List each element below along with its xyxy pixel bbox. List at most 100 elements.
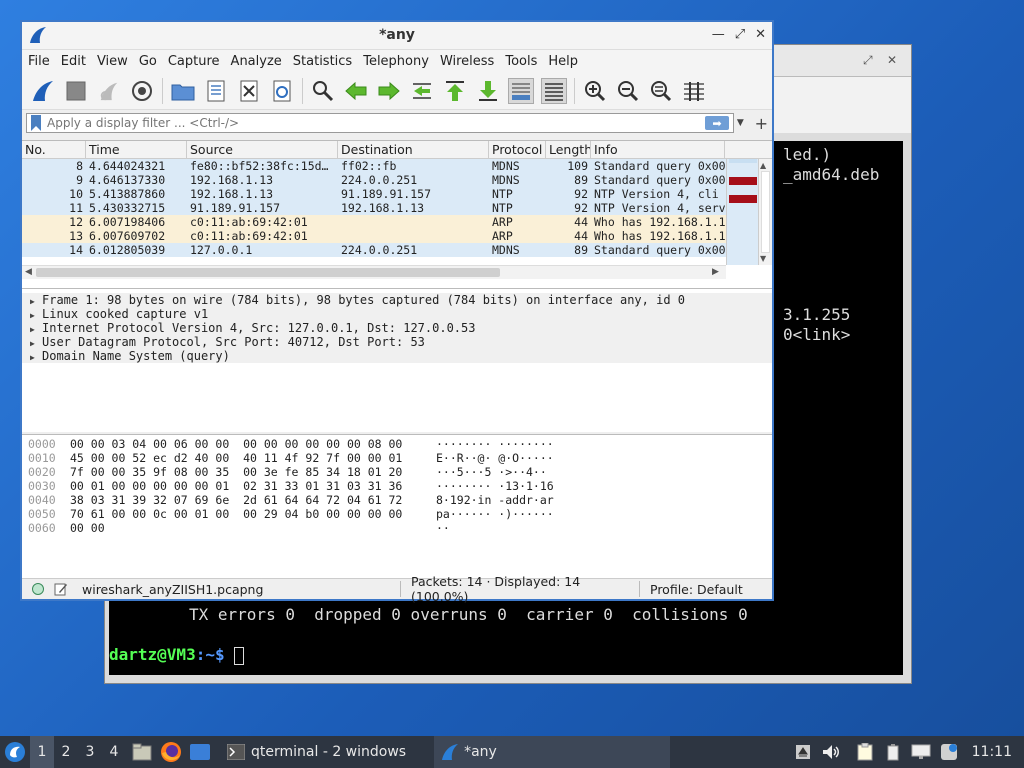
profile-status[interactable]: Profile: Default bbox=[640, 582, 743, 597]
menu-edit[interactable]: Edit bbox=[61, 54, 86, 69]
firefox-icon[interactable] bbox=[158, 739, 184, 765]
first-packet-icon[interactable] bbox=[442, 78, 468, 104]
packet-bytes-pane[interactable]: 0000 00 00 03 04 00 06 00 00 00 00 00 00 … bbox=[22, 434, 772, 578]
column-time[interactable]: Time bbox=[86, 141, 187, 158]
column-protocol[interactable]: Protocol bbox=[489, 141, 546, 158]
detail-tree-item[interactable]: ▶ Frame 1: 98 bytes on wire (784 bits), 9… bbox=[22, 293, 772, 307]
reload-file-icon[interactable] bbox=[269, 78, 295, 104]
workspace-1[interactable]: 1 bbox=[30, 736, 54, 768]
detail-tree-item[interactable]: ▶ Domain Name System (query) bbox=[22, 349, 772, 363]
menu-help[interactable]: Help bbox=[548, 54, 578, 69]
task-qterminal[interactable]: qterminal - 2 windows bbox=[221, 736, 412, 768]
network-icon[interactable] bbox=[908, 739, 934, 765]
column-no[interactable]: No. bbox=[22, 141, 86, 158]
expand-chevron-right-icon[interactable]: ▶ bbox=[30, 351, 42, 365]
colorize-packet-list-icon[interactable] bbox=[541, 77, 567, 104]
restart-capture-icon[interactable] bbox=[96, 78, 122, 104]
last-packet-icon[interactable] bbox=[475, 78, 501, 104]
menu-view[interactable]: View bbox=[97, 54, 128, 69]
workspace-2[interactable]: 2 bbox=[54, 736, 78, 768]
filter-bookmark-icon[interactable] bbox=[29, 114, 43, 132]
go-forward-arrow-icon[interactable] bbox=[376, 78, 402, 104]
display-filter-input[interactable] bbox=[47, 116, 705, 130]
add-filter-button-plus-icon[interactable]: + bbox=[755, 114, 768, 133]
show-desktop-icon[interactable] bbox=[187, 739, 213, 765]
scroll-thumb[interactable] bbox=[36, 268, 500, 277]
hex-dump-row[interactable]: 0000 00 00 03 04 00 06 00 00 00 00 00 00 … bbox=[22, 437, 772, 451]
maximize-icon[interactable]: ⤢ bbox=[863, 53, 873, 68]
packet-list[interactable]: No. Time Source Destination Protocol Len… bbox=[22, 140, 772, 288]
minimize-icon[interactable]: — bbox=[712, 27, 725, 42]
display-filter-field[interactable]: ➡ bbox=[26, 113, 734, 133]
start-capture-fin-icon[interactable] bbox=[30, 78, 56, 104]
detail-tree-item[interactable]: ▶ Linux cooked capture v1 bbox=[22, 307, 772, 321]
scroll-left-icon[interactable]: ◀ bbox=[25, 267, 32, 277]
file-manager-icon[interactable] bbox=[129, 739, 155, 765]
column-destination[interactable]: Destination bbox=[338, 141, 489, 158]
hex-dump-row[interactable]: 0050 70 61 00 00 0c 00 01 00 00 29 04 b0 … bbox=[22, 507, 772, 521]
scroll-up-icon[interactable]: ▲ bbox=[760, 161, 766, 170]
autoscroll-icon[interactable] bbox=[508, 77, 534, 104]
menu-capture[interactable]: Capture bbox=[168, 54, 220, 69]
open-file-folder-icon[interactable] bbox=[170, 78, 196, 104]
battery-icon[interactable] bbox=[880, 739, 906, 765]
packet-row[interactable]: 14 6.012805039 127.0.0.1 224.0.0.251 MDNS 89 S… bbox=[22, 243, 772, 257]
capture-options-gear-icon[interactable] bbox=[129, 78, 155, 104]
packet-list-horizontal-scrollbar[interactable]: ◀ ▶ bbox=[22, 265, 726, 279]
volume-icon[interactable] bbox=[818, 739, 844, 765]
packet-details-pane[interactable]: ▶ Frame 1: 98 bytes on wire (784 bits), 9… bbox=[22, 288, 772, 432]
wireshark-window[interactable]: *any — ⤢ ✕ File Edit View Go Capture Ana… bbox=[20, 20, 774, 604]
menu-telephony[interactable]: Telephony bbox=[363, 54, 429, 69]
find-packet-search-icon[interactable] bbox=[310, 78, 336, 104]
scroll-thumb[interactable] bbox=[761, 171, 770, 253]
close-icon[interactable]: ✕ bbox=[887, 53, 897, 67]
zoom-out-icon[interactable] bbox=[615, 78, 641, 104]
workspace-4[interactable]: 4 bbox=[102, 736, 126, 768]
filter-history-chevron-down-icon[interactable]: ▼ bbox=[734, 118, 747, 128]
resize-columns-icon[interactable] bbox=[681, 78, 707, 104]
menu-tools[interactable]: Tools bbox=[505, 54, 537, 69]
start-menu-icon[interactable] bbox=[0, 737, 30, 767]
zoom-in-icon[interactable] bbox=[582, 78, 608, 104]
hex-dump-row[interactable]: 0020 7f 00 00 35 9f 08 00 35 00 3e fe 85 … bbox=[22, 465, 772, 479]
packet-row[interactable]: 12 6.007198406 c0:11:ab:69:42:01 ARP 44 Who h… bbox=[22, 215, 772, 229]
maximize-icon[interactable]: ⤢ bbox=[735, 27, 745, 42]
close-icon[interactable]: ✕ bbox=[755, 27, 766, 42]
normal-size-icon[interactable] bbox=[648, 78, 674, 104]
detail-tree-item[interactable]: ▶ User Datagram Protocol, Src Port: 40712… bbox=[22, 335, 772, 349]
packet-row[interactable]: 13 6.007609702 c0:11:ab:69:42:01 ARP 44 Who h… bbox=[22, 229, 772, 243]
expert-info-status-icon[interactable] bbox=[32, 583, 44, 595]
column-info[interactable]: Info bbox=[591, 141, 725, 158]
eject-icon[interactable] bbox=[790, 739, 816, 765]
hex-dump-row[interactable]: 0040 38 03 31 39 32 07 69 6e 2d 61 64 64 … bbox=[22, 493, 772, 507]
hex-dump-row[interactable]: 0060 00 00 ·· bbox=[22, 521, 772, 535]
packet-row[interactable]: 10 5.413887860 192.168.1.13 91.189.91.157 NT… bbox=[22, 187, 772, 201]
update-notifier-icon[interactable] bbox=[936, 739, 962, 765]
menu-analyze[interactable]: Analyze bbox=[231, 54, 282, 69]
hex-dump-row[interactable]: 0010 45 00 00 52 ec d2 40 00 40 11 4f 92 … bbox=[22, 451, 772, 465]
scroll-down-icon[interactable]: ▼ bbox=[760, 254, 766, 263]
stop-capture-icon[interactable] bbox=[63, 78, 89, 104]
apply-filter-arrow-icon[interactable]: ➡ bbox=[705, 116, 729, 130]
wireshark-titlebar[interactable]: *any — ⤢ ✕ bbox=[22, 22, 772, 50]
hex-dump-row[interactable]: 0030 00 01 00 00 00 00 00 01 02 31 33 01 … bbox=[22, 479, 772, 493]
menu-statistics[interactable]: Statistics bbox=[293, 54, 352, 69]
packet-list-vertical-scrollbar[interactable]: ▲ ▼ bbox=[758, 159, 772, 265]
capture-comment-edit-icon[interactable] bbox=[54, 582, 68, 596]
packet-minimap[interactable] bbox=[726, 159, 758, 265]
close-file-icon[interactable] bbox=[236, 78, 262, 104]
packet-row[interactable]: 11 5.430332715 91.189.91.157 192.168.1.13 NT… bbox=[22, 201, 772, 215]
packet-row[interactable]: 9 4.646137330 192.168.1.13 224.0.0.251 MDNS 8… bbox=[22, 173, 772, 187]
clock[interactable]: 11:11 bbox=[972, 744, 1012, 760]
packet-row[interactable]: 8 4.644024321 fe80::bf52:38fc:15d… ff02::fb… bbox=[22, 159, 772, 173]
workspace-3[interactable]: 3 bbox=[78, 736, 102, 768]
menu-go[interactable]: Go bbox=[139, 54, 157, 69]
go-back-arrow-icon[interactable] bbox=[343, 78, 369, 104]
column-source[interactable]: Source bbox=[187, 141, 338, 158]
clipboard-icon[interactable] bbox=[852, 739, 878, 765]
scroll-right-icon[interactable]: ▶ bbox=[712, 267, 719, 277]
column-length[interactable]: Length bbox=[546, 141, 591, 158]
go-to-packet-icon[interactable] bbox=[409, 78, 435, 104]
menu-wireless[interactable]: Wireless bbox=[440, 54, 494, 69]
save-file-icon[interactable] bbox=[203, 78, 229, 104]
